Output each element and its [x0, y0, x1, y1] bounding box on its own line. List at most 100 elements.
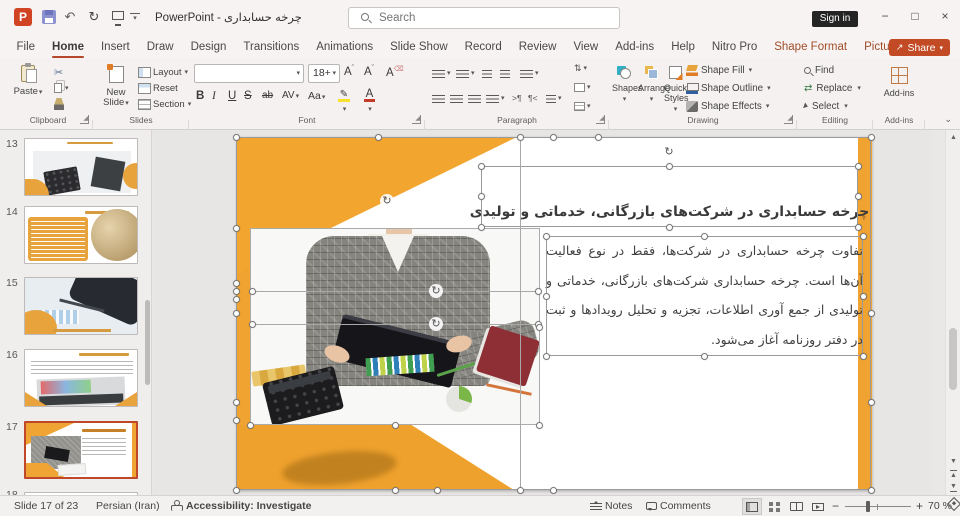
- highlight-color-button[interactable]: ✎: [338, 88, 350, 106]
- rtl-direction-button[interactable]: ¶<: [528, 90, 538, 106]
- selection-handle[interactable]: [232, 309, 240, 317]
- rotation-handle-icon[interactable]: ↻: [429, 317, 443, 331]
- tab-file[interactable]: File: [8, 36, 44, 58]
- thumbnail-scrollbar-thumb[interactable]: [145, 300, 150, 385]
- selection-handle[interactable]: [477, 192, 485, 200]
- slide-body-text[interactable]: تفاوت چرخه حسابداری در شرکت‌ها، فقط در ن…: [546, 236, 863, 356]
- paste-button[interactable]: Paste: [8, 62, 48, 114]
- selection-handle[interactable]: [232, 486, 240, 494]
- accessibility-status[interactable]: Accessibility: Investigate: [186, 500, 311, 512]
- slide-thumbnail-17[interactable]: [24, 421, 138, 479]
- selection-handle[interactable]: [374, 133, 382, 141]
- bold-button[interactable]: B: [196, 90, 204, 108]
- format-painter-button[interactable]: [52, 96, 71, 112]
- selection-handle[interactable]: [248, 320, 256, 328]
- decrease-indent-button[interactable]: [482, 65, 492, 81]
- selection-handle[interactable]: [232, 279, 240, 287]
- tab-design[interactable]: Design: [182, 36, 235, 58]
- slide-thumbnail-13[interactable]: [24, 138, 138, 196]
- selection-handle[interactable]: [665, 223, 673, 231]
- copy-button[interactable]: [52, 80, 71, 96]
- smartart-button[interactable]: [574, 98, 591, 114]
- start-presentation-icon[interactable]: [108, 8, 128, 26]
- slide-title[interactable]: چرخه حسابداری در شرکت‌های بازرگانی، خدما…: [470, 166, 870, 227]
- tab-slideshow[interactable]: Slide Show: [382, 36, 457, 58]
- tab-review[interactable]: Review: [510, 36, 565, 58]
- selection-handle[interactable]: [867, 486, 875, 494]
- shape-outline-button[interactable]: Shape Outline: [686, 80, 771, 96]
- scroll-down-button[interactable]: ▼: [946, 458, 960, 465]
- shrink-font-button[interactable]: Aˇ: [364, 65, 374, 83]
- tab-insert[interactable]: Insert: [92, 36, 138, 58]
- font-color-button[interactable]: A: [364, 88, 375, 106]
- zoom-out-button[interactable]: −: [832, 499, 839, 513]
- tab-draw[interactable]: Draw: [138, 36, 182, 58]
- selection-handle[interactable]: [542, 292, 550, 300]
- font-size-combo[interactable]: 18+: [308, 64, 340, 83]
- zoom-slider[interactable]: [845, 501, 911, 512]
- selection-handle[interactable]: [391, 486, 399, 494]
- grow-font-button[interactable]: Aˆ: [344, 65, 354, 83]
- selection-handle[interactable]: [516, 133, 524, 141]
- signin-button[interactable]: Sign in: [812, 11, 858, 27]
- selection-handle[interactable]: [549, 133, 557, 141]
- view-sorter-button[interactable]: [764, 498, 784, 515]
- selection-handle[interactable]: [232, 133, 240, 141]
- text-shadow-button[interactable]: ab: [262, 90, 273, 108]
- rotation-handle-icon[interactable]: ↻: [662, 145, 676, 159]
- tab-transitions[interactable]: Transitions: [235, 36, 308, 58]
- text-direction-button[interactable]: ⇅: [574, 60, 587, 76]
- selection-handle[interactable]: [433, 486, 441, 494]
- ltr-direction-button[interactable]: >¶: [512, 90, 522, 106]
- italic-button[interactable]: I: [212, 90, 216, 108]
- align-left-button[interactable]: [432, 90, 445, 106]
- font-name-combo[interactable]: [194, 64, 304, 83]
- selection-handle[interactable]: [854, 192, 862, 200]
- select-button[interactable]: Select: [803, 98, 848, 114]
- selection-handle[interactable]: [542, 232, 550, 240]
- selection-handle[interactable]: [232, 287, 240, 295]
- clear-formatting-button[interactable]: A⌫: [386, 65, 404, 83]
- slide-thumbnail-14[interactable]: [24, 206, 138, 264]
- columns-button[interactable]: [546, 90, 562, 106]
- layout-button[interactable]: Layout: [136, 64, 193, 80]
- rotation-handle-icon[interactable]: ↻: [380, 194, 394, 208]
- next-slide-button[interactable]: ▼: [946, 482, 960, 493]
- bullets-button[interactable]: [432, 65, 451, 81]
- shapes-button[interactable]: Shapes: [612, 62, 643, 114]
- numbering-button[interactable]: [456, 65, 475, 81]
- align-right-button[interactable]: [468, 90, 481, 106]
- align-text-button[interactable]: [574, 79, 591, 95]
- comments-button[interactable]: Comments: [646, 500, 711, 512]
- selection-handle[interactable]: [535, 323, 543, 331]
- tab-addins[interactable]: Add-ins: [607, 36, 663, 58]
- view-normal-button[interactable]: [742, 498, 762, 515]
- tab-nitro-pro[interactable]: Nitro Pro: [703, 36, 765, 58]
- section-button[interactable]: Section: [136, 96, 193, 112]
- view-reading-button[interactable]: [786, 498, 806, 515]
- find-button[interactable]: Find: [804, 62, 834, 78]
- share-button[interactable]: ↗ Share: [888, 39, 950, 56]
- minimize-button[interactable]: −: [870, 0, 900, 32]
- tab-view[interactable]: View: [565, 36, 607, 58]
- cut-button[interactable]: ✂: [52, 64, 71, 80]
- previous-slide-button[interactable]: ▲: [946, 470, 960, 480]
- change-case-button[interactable]: Aa: [308, 90, 325, 108]
- selection-handle[interactable]: [534, 287, 542, 295]
- paragraph-dialog-launcher[interactable]: ◢: [596, 115, 605, 124]
- align-center-button[interactable]: [450, 90, 463, 106]
- selection-handle[interactable]: [232, 416, 240, 424]
- selection-handle[interactable]: [700, 352, 708, 360]
- selection-handle[interactable]: [859, 352, 867, 360]
- tab-record[interactable]: Record: [456, 36, 510, 58]
- selection-handle[interactable]: [232, 295, 240, 303]
- save-icon[interactable]: [42, 10, 56, 24]
- slide-thumbnail-15[interactable]: [24, 277, 138, 335]
- selection-handle[interactable]: [535, 421, 543, 429]
- redo-icon[interactable]: ↻: [84, 9, 104, 25]
- reset-button[interactable]: Reset: [136, 80, 193, 96]
- quick-styles-button[interactable]: Quick Styles: [664, 62, 689, 114]
- undo-icon[interactable]: ↶: [60, 9, 80, 25]
- rotation-handle-icon[interactable]: ↻: [429, 284, 443, 298]
- view-slideshow-button[interactable]: [808, 498, 828, 515]
